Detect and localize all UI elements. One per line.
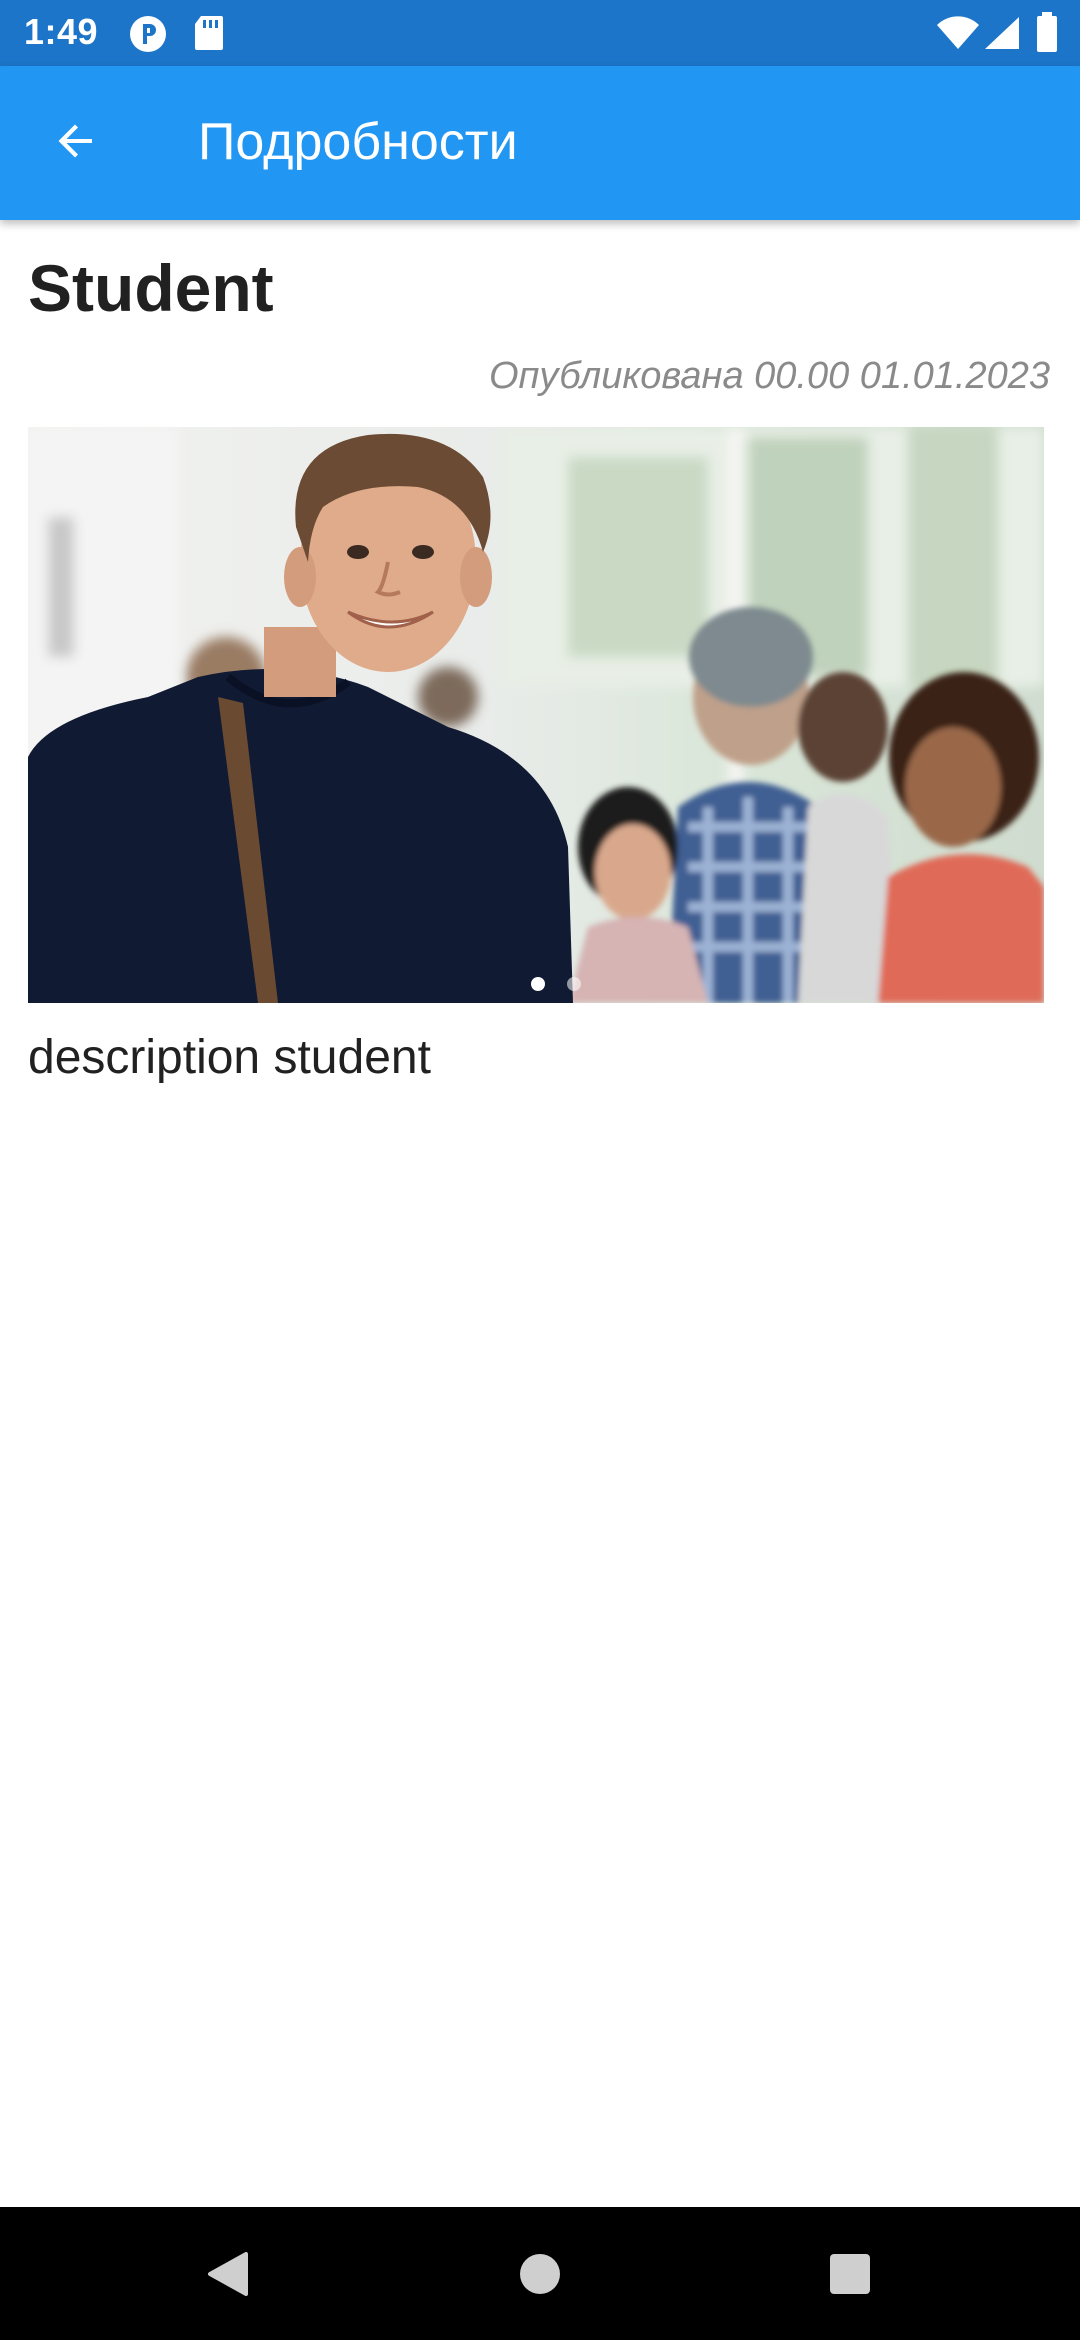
- home-circle-icon[interactable]: [510, 2244, 570, 2304]
- navigation-bar: [0, 2207, 1080, 2340]
- carousel-dot-2[interactable]: [567, 977, 581, 991]
- published-date: Опубликована 00.00 01.01.2023: [488, 355, 1050, 397]
- arrow-back-icon: [52, 117, 100, 170]
- student-photo: [28, 427, 1044, 1003]
- status-bar: 1:49: [0, 0, 1080, 66]
- location-p-icon: [128, 14, 168, 59]
- screen: 1:49 Подробности Student Опубликована 00…: [0, 0, 1080, 2340]
- recents-square-icon[interactable]: [820, 2244, 880, 2304]
- back-button[interactable]: [36, 103, 116, 183]
- sd-card-icon: [193, 14, 225, 57]
- screen-title: Подробности: [198, 113, 518, 171]
- image-carousel[interactable]: [28, 427, 1044, 1003]
- post-title: Student: [28, 251, 274, 325]
- signal-icon: [984, 16, 1020, 55]
- back-triangle-icon[interactable]: [196, 2244, 256, 2304]
- status-time: 1:49: [24, 11, 99, 52]
- carousel-indicator: [28, 977, 1044, 991]
- app-bar: Подробности: [0, 66, 1080, 220]
- battery-icon: [1036, 12, 1058, 57]
- post-description: description student: [28, 1031, 431, 1084]
- wifi-icon: [936, 16, 980, 55]
- carousel-dot-1[interactable]: [531, 977, 545, 991]
